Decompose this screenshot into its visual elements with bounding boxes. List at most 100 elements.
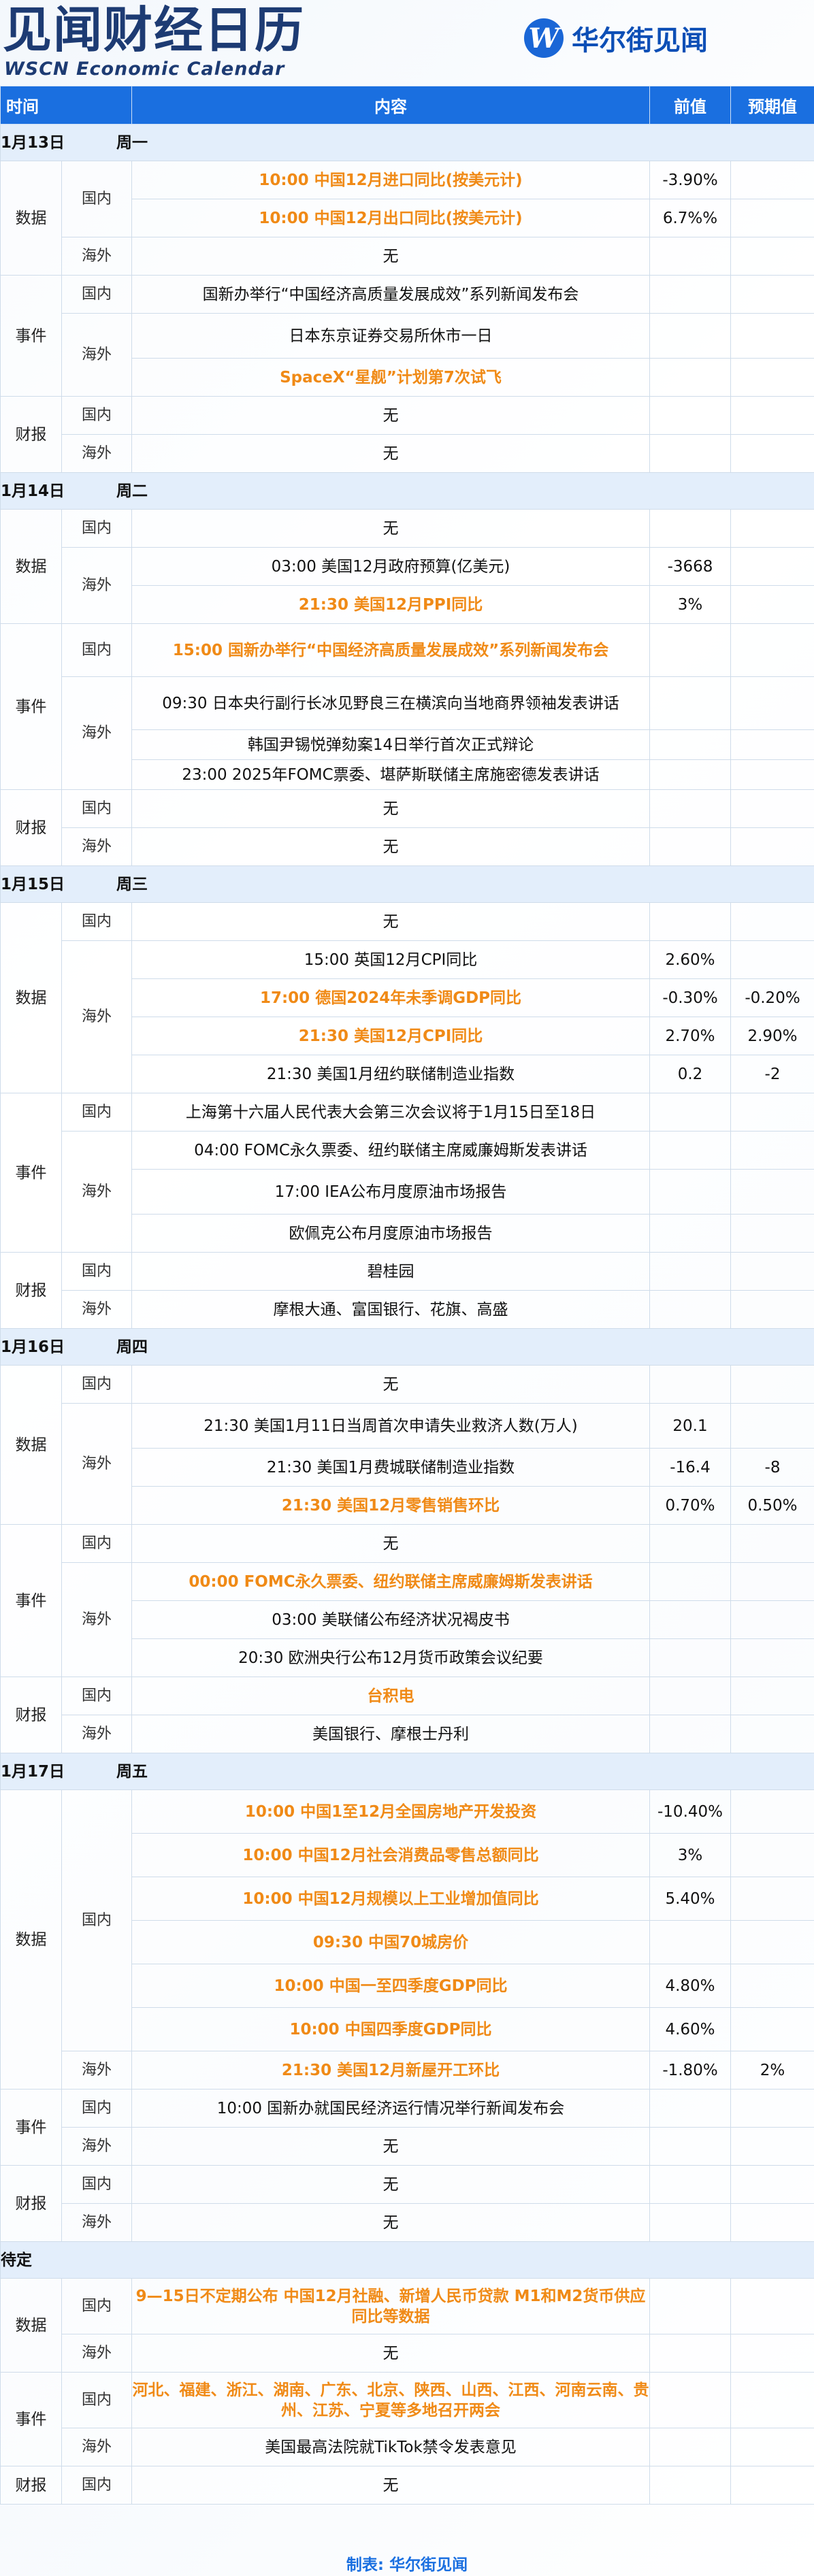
table-row: 财报 国内无: [0, 2165, 814, 2242]
date-label: 1月16日: [1, 1338, 65, 1356]
table-row: 事件 国内 10:00 国新办就国民经济运行情况举行新闻发布会: [0, 2089, 814, 2166]
expected-value: 2.90%: [730, 1017, 814, 1055]
expected-value: [730, 547, 814, 586]
calendar-page: { "header": { "title_cn": "见闻财经日历", "tit…: [0, 0, 814, 2576]
table-row: 数据 国内 9—15日不定期公布 中国12月社融、新增人民币贷款 M1和M2货币供应…: [0, 2278, 814, 2373]
previous-value: 4.80%: [649, 1964, 731, 2008]
weekday-label: 周四: [116, 1338, 148, 1356]
region-cell: 海外: [61, 676, 132, 790]
previous-value: [649, 827, 731, 866]
date-cell: 1月14日 周二: [0, 472, 814, 510]
table-row: 海外 09:30 日本央行副行长冰见野良三在横滨向当地商界领袖发表讲话: [1, 676, 814, 790]
previous-value: [649, 1562, 731, 1601]
expected-value: [730, 1252, 814, 1291]
region-cell: 国内: [61, 1524, 132, 1563]
table-row: 海外无: [1, 237, 814, 276]
table-row: 财报 国内无: [0, 396, 814, 473]
category-cell: 事件: [0, 623, 62, 790]
event-item: 15:00 英国12月CPI同比: [131, 940, 650, 979]
category-cell: 财报: [0, 2165, 62, 2242]
event-item: 10:00 中国12月规模以上工业增加值同比: [131, 1877, 650, 1921]
expected-value: [730, 2203, 814, 2242]
expected-value: [730, 1403, 814, 1449]
date-label: 1月14日: [1, 482, 65, 500]
region-cell: 海外: [61, 547, 132, 624]
event-item: 21:30 美国1月费城联储制造业指数: [131, 1448, 650, 1487]
brand-name: 华尔街见闻: [572, 24, 708, 56]
table-row: 海外 日本东京证券交易所休市一日: [1, 313, 814, 397]
previous-value: -3.90%: [649, 161, 731, 199]
expected-value: [730, 1562, 814, 1601]
column-header-previous: 前值: [649, 86, 731, 125]
footer-credit: 制表: 华尔街见闻: [346, 2556, 468, 2574]
previous-value: [649, 396, 731, 435]
table-row: 海外 21:30 美国1月11日当周首次申请失业救济人数(万人) 20.1: [1, 1403, 814, 1525]
category-cell: 事件: [0, 275, 62, 397]
expected-value: -0.20%: [730, 978, 814, 1017]
calendar-title: 见闻财经日历: [3, 1, 306, 59]
event-item: 20:30 欧洲央行公布12月货币政策会议纪要: [131, 1638, 650, 1677]
table-row: 海外无: [1, 2127, 814, 2166]
region-cell: 国内: [61, 1677, 132, 1715]
date-cell: 1月15日 周三: [0, 865, 814, 903]
expected-value: [730, 585, 814, 624]
previous-value: [649, 1600, 731, 1639]
date-row: 1月14日 周二: [0, 472, 814, 510]
region-cell: 海外: [61, 1290, 132, 1329]
previous-value: [649, 759, 731, 790]
table-row: 事件 国内 国新办举行“中国经济高质量发展成效”系列新闻发布会: [0, 275, 814, 397]
region-cell: 海外: [61, 2051, 132, 2090]
table-row: 事件 国内无: [0, 1524, 814, 1677]
previous-value: [649, 237, 731, 276]
table-row: 海外 摩根大通、富国银行、花旗、高盛: [1, 1290, 814, 1329]
event-item: SpaceX“星舰”计划第7次试飞: [131, 358, 650, 397]
date-cell: 1月17日 周五: [0, 1753, 814, 1790]
event-item: 21:30 美国1月纽约联储制造业指数: [131, 1055, 650, 1093]
category-cell: 数据: [0, 161, 62, 276]
previous-value: 2.60%: [649, 940, 731, 979]
expected-value: [730, 1877, 814, 1921]
event-item: 国新办举行“中国经济高质量发展成效”系列新闻发布会: [131, 275, 650, 314]
expected-value: [730, 1715, 814, 1753]
region-cell: 海外: [61, 434, 132, 473]
previous-value: [649, 509, 731, 548]
event-item: 00:00 FOMC永久票委、纽约联储主席威廉姆斯发表讲话: [131, 1562, 650, 1601]
date-cell: 待定: [0, 2241, 814, 2279]
weekday-label: 周二: [116, 482, 148, 500]
expected-value: [730, 1677, 814, 1715]
weekday-label: 周一: [116, 133, 148, 152]
region-cell: 国内: [61, 2089, 132, 2128]
expected-value: [730, 1920, 814, 1964]
expected-value: [730, 1131, 814, 1170]
event-item: 21:30 美国12月CPI同比: [131, 1017, 650, 1055]
region-cell: 海外: [61, 2334, 132, 2373]
event-item: 美国最高法院就TikTok禁令发表意见: [131, 2428, 650, 2466]
table-row: 数据 国内无: [0, 509, 814, 624]
date-row: 待定: [0, 2241, 814, 2279]
expected-value: [730, 161, 814, 199]
event-item: 10:00 国新办就国民经济运行情况举行新闻发布会: [131, 2089, 650, 2128]
table-row: 事件 国内 上海第十六届人民代表大会第三次会议将于1月15日至18日: [0, 1093, 814, 1253]
event-item: 17:00 IEA公布月度原油市场报告: [131, 1169, 650, 1215]
expected-value: [730, 759, 814, 790]
previous-value: [649, 729, 731, 760]
event-item: 日本东京证券交易所休市一日: [131, 313, 650, 359]
category-cell: 财报: [0, 396, 62, 473]
previous-value: [649, 1920, 731, 1964]
region-cell: 海外: [61, 1562, 132, 1677]
event-item: 21:30 美国12月PPI同比: [131, 585, 650, 624]
previous-value: [649, 1715, 731, 1753]
weekday-label: 周五: [116, 1762, 148, 1781]
expected-value: [730, 1600, 814, 1639]
event-item: 台积电: [131, 1677, 650, 1715]
region-cell: 国内: [61, 789, 132, 828]
previous-value: -10.40%: [649, 1789, 731, 1834]
region-cell: 海外: [61, 1715, 132, 1753]
previous-value: 3%: [649, 585, 731, 624]
table-row: 海外无: [1, 827, 814, 866]
table-row: 财报 国内 碧桂园: [0, 1252, 814, 1329]
table-row: 海外 00:00 FOMC永久票委、纽约联储主席威廉姆斯发表讲话: [1, 1562, 814, 1677]
event-item: 17:00 德国2024年未季调GDP同比: [131, 978, 650, 1017]
weekday-label: 周三: [116, 875, 148, 893]
event-item: 无: [131, 396, 650, 435]
